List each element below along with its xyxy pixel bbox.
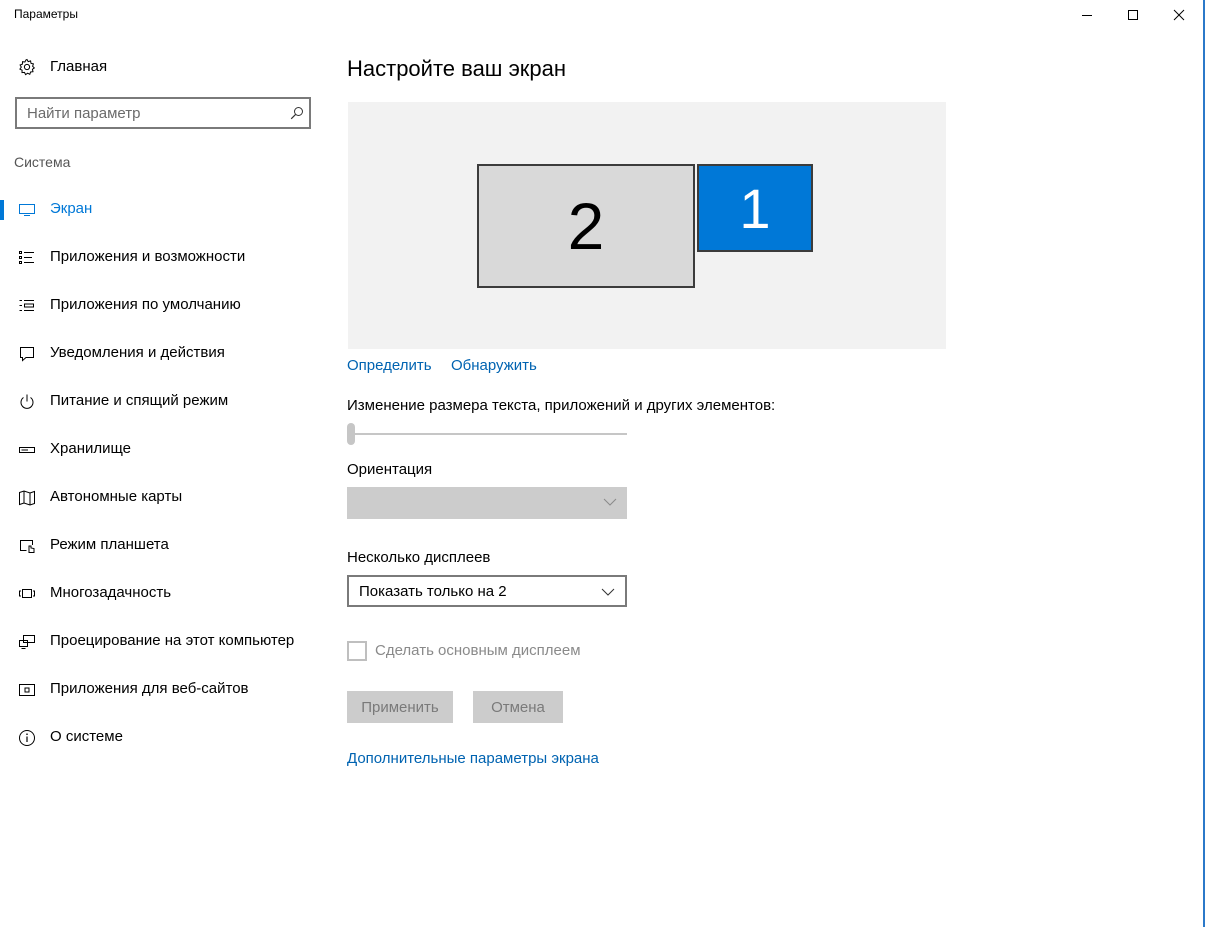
info-icon (18, 729, 36, 747)
default-apps-icon (18, 297, 36, 315)
indicator (0, 344, 4, 364)
sidebar-item-label: Проецирование на этот компьютер (50, 632, 295, 649)
monitor-icon (18, 201, 36, 219)
indicator (0, 440, 4, 460)
sidebar-item-default-apps[interactable]: Приложения по умолчанию (0, 282, 330, 330)
detect-link[interactable]: Обнаружить (451, 357, 537, 374)
search-box[interactable] (15, 97, 311, 129)
sidebar-item-label: Экран (50, 200, 93, 217)
monitor-1[interactable]: 1 (697, 164, 813, 252)
active-indicator (0, 200, 4, 220)
orientation-label: Ориентация (347, 461, 433, 478)
slider-track (347, 433, 627, 435)
sidebar-item-label: Уведомления и действия (50, 344, 225, 361)
indicator (0, 728, 4, 748)
orientation-dropdown[interactable] (347, 487, 627, 519)
settings-window: Параметры Главная Система (0, 0, 1205, 927)
multitasking-icon (18, 585, 36, 603)
sidebar-item-label: О системе (50, 728, 123, 745)
monitor-number: 2 (567, 189, 605, 263)
storage-icon (18, 441, 36, 459)
sidebar-item-label: Многозадачность (50, 584, 172, 601)
sidebar-item-offline-maps[interactable]: Автономные карты (0, 474, 330, 522)
sidebar-item-apps-for-websites[interactable]: Приложения для веб-сайтов (0, 666, 330, 714)
indicator (0, 584, 4, 604)
page-title: Настройте ваш экран (347, 56, 567, 81)
sidebar-item-notifications[interactable]: Уведомления и действия (0, 330, 330, 378)
indicator (0, 632, 4, 652)
maximize-icon (1127, 9, 1139, 21)
search-icon[interactable] (290, 106, 304, 120)
advanced-display-settings-link[interactable]: Дополнительные параметры экрана (347, 750, 599, 767)
notifications-icon (18, 345, 36, 363)
multiple-displays-label: Несколько дисплеев (347, 549, 491, 566)
indicator (0, 680, 4, 700)
sidebar-item-apps-features[interactable]: Приложения и возможности (0, 234, 330, 282)
close-button[interactable] (1156, 0, 1202, 30)
sidebar-item-label: Приложения для веб-сайтов (50, 680, 249, 697)
web-apps-icon (18, 681, 36, 699)
gear-icon (18, 58, 36, 76)
minimize-button[interactable] (1064, 0, 1110, 30)
sidebar-nav: Экран Приложения и возможности Приложени… (0, 186, 330, 762)
sidebar-item-projecting[interactable]: Проецирование на этот компьютер (0, 618, 330, 666)
sidebar-item-label: Приложения по умолчанию (50, 296, 241, 313)
multiple-displays-dropdown[interactable]: Показать только на 2 (347, 575, 627, 607)
tablet-mode-icon (18, 537, 36, 555)
scale-slider[interactable] (347, 422, 627, 446)
apply-button[interactable]: Применить (347, 691, 453, 723)
map-icon (18, 489, 36, 507)
sidebar-item-label: Питание и спящий режим (50, 392, 229, 409)
make-main-display-checkbox[interactable] (347, 641, 367, 661)
sidebar-item-multitasking[interactable]: Многозадачность (0, 570, 330, 618)
indicator (0, 392, 4, 412)
chevron-down-icon (601, 587, 615, 597)
projecting-icon (18, 633, 36, 651)
sidebar-item-tablet-mode[interactable]: Режим планшета (0, 522, 330, 570)
sidebar-item-label: Автономные карты (50, 488, 183, 505)
monitor-number: 1 (739, 176, 771, 240)
scale-label: Изменение размера текста, приложений и д… (347, 397, 776, 414)
sidebar-item-storage[interactable]: Хранилище (0, 426, 330, 474)
sidebar-item-label: Хранилище (50, 440, 131, 457)
sidebar-item-display[interactable]: Экран (0, 186, 330, 234)
sidebar-item-label: Приложения и возможности (50, 248, 246, 265)
indicator (0, 296, 4, 316)
section-title: Система (14, 154, 71, 170)
chevron-down-icon (603, 497, 617, 507)
slider-thumb[interactable] (347, 423, 355, 445)
make-main-display-label: Сделать основным дисплеем (375, 642, 581, 659)
window-title: Параметры (14, 7, 78, 21)
home-nav-item[interactable]: Главная (0, 48, 330, 86)
sidebar-item-power-sleep[interactable]: Питание и спящий режим (0, 378, 330, 426)
indicator (0, 248, 4, 268)
home-label: Главная (50, 58, 108, 75)
maximize-button[interactable] (1110, 0, 1156, 30)
indicator (0, 536, 4, 556)
power-icon (18, 393, 36, 411)
identify-link[interactable]: Определить (347, 357, 432, 374)
title-bar: Параметры (0, 0, 1203, 30)
multiple-displays-value: Показать только на 2 (359, 583, 507, 600)
sidebar-item-label: Режим планшета (50, 536, 169, 553)
minimize-icon (1081, 9, 1093, 21)
sidebar-item-about[interactable]: О системе (0, 714, 330, 762)
search-input[interactable] (17, 99, 287, 127)
apps-list-icon (18, 249, 36, 267)
close-icon (1173, 9, 1185, 21)
monitor-2[interactable]: 2 (477, 164, 695, 288)
indicator (0, 488, 4, 508)
display-arrangement-area: 2 1 (348, 102, 946, 349)
cancel-button[interactable]: Отмена (473, 691, 563, 723)
